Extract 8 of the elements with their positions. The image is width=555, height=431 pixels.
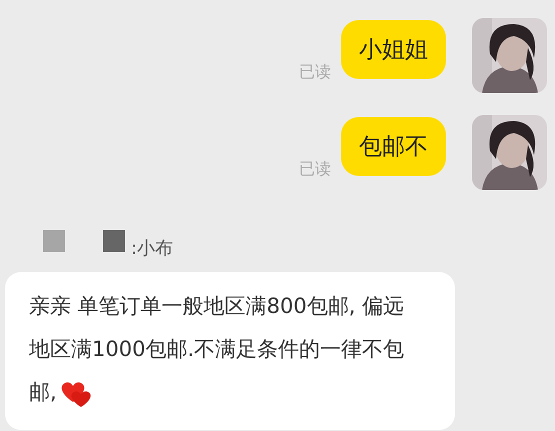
read-receipt: 已读 [299,62,331,83]
sender-name: :小布 [131,237,174,260]
redaction-mark [43,230,65,252]
message-bubble: 亲亲 单笔订单一般地区满800包邮, 偏远地区满1000包邮.不满足条件的一律不包邮, [5,272,455,430]
read-receipt: 已读 [299,159,331,180]
message-bubble: 包邮不 [341,117,446,176]
message-bubble: 小姐姐 [341,20,446,79]
redaction-mark [103,230,125,252]
